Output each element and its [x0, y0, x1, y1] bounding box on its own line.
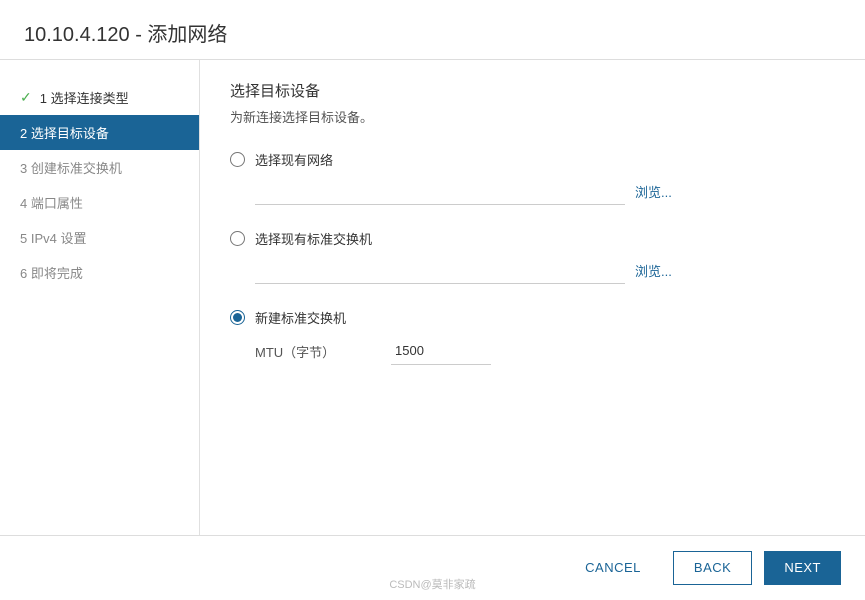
sidebar-item-step5: 5 IPv4 设置 — [0, 220, 199, 255]
radio-existing-network[interactable] — [230, 152, 245, 167]
option-label-existing-network[interactable]: 选择现有网络 — [255, 150, 333, 169]
page-title: 10.10.4.120 - 添加网络 — [24, 24, 227, 46]
option-group-2: 选择现有标准交换机 浏览... — [230, 229, 835, 284]
existing-network-input-row: 浏览... — [255, 177, 835, 205]
option-row-2: 选择现有标准交换机 — [230, 229, 835, 248]
sidebar-label-step6: 6 即将完成 — [20, 263, 83, 282]
browse-button-2[interactable]: 浏览... — [635, 261, 672, 280]
mtu-input[interactable] — [391, 337, 491, 365]
option-label-new-switch[interactable]: 新建标准交换机 — [255, 308, 346, 327]
mtu-row: MTU（字节） — [255, 337, 835, 365]
panel-description: 为新连接选择目标设备。 — [230, 107, 835, 126]
radio-existing-switch[interactable] — [230, 231, 245, 246]
option-group-3: 新建标准交换机 MTU（字节） — [230, 308, 835, 365]
back-button[interactable]: BACK — [673, 551, 752, 585]
main-panel: 选择目标设备 为新连接选择目标设备。 选择现有网络 浏览... 选择现有标准交换… — [200, 60, 865, 535]
sidebar-item-step1: ✓ 1 选择连接类型 — [0, 80, 199, 115]
sidebar-label-step5: 5 IPv4 设置 — [20, 228, 86, 247]
sidebar-item-step4: 4 端口属性 — [0, 185, 199, 220]
title-bar: 10.10.4.120 - 添加网络 — [0, 0, 865, 60]
cancel-button[interactable]: CANCEL — [565, 551, 661, 585]
option-row-1: 选择现有网络 — [230, 150, 835, 169]
sidebar-label-step4: 4 端口属性 — [20, 193, 83, 212]
sidebar-label-step2: 2 选择目标设备 — [20, 123, 109, 142]
mtu-label: MTU（字节） — [255, 342, 375, 361]
sidebar-label-step3: 3 创建标准交换机 — [20, 158, 122, 177]
sidebar-label-step1: 1 选择连接类型 — [40, 88, 129, 107]
option-label-existing-switch[interactable]: 选择现有标准交换机 — [255, 229, 372, 248]
option-row-3: 新建标准交换机 — [230, 308, 835, 327]
existing-switch-input[interactable] — [255, 256, 625, 284]
check-icon-step1: ✓ — [20, 89, 32, 106]
next-button[interactable]: NEXT — [764, 551, 841, 585]
sidebar-item-step2[interactable]: 2 选择目标设备 — [0, 115, 199, 150]
browse-button-1[interactable]: 浏览... — [635, 182, 672, 201]
radio-new-switch[interactable] — [230, 310, 245, 325]
option-group-1: 选择现有网络 浏览... — [230, 150, 835, 205]
watermark: CSDN@莫非家疏 — [389, 576, 475, 592]
existing-network-input[interactable] — [255, 177, 625, 205]
sidebar: ✓ 1 选择连接类型 2 选择目标设备 3 创建标准交换机 4 端口属性 5 I… — [0, 60, 200, 535]
sidebar-item-step3: 3 创建标准交换机 — [0, 150, 199, 185]
existing-switch-input-row: 浏览... — [255, 256, 835, 284]
sidebar-item-step6: 6 即将完成 — [0, 255, 199, 290]
panel-title: 选择目标设备 — [230, 80, 835, 101]
main-content: ✓ 1 选择连接类型 2 选择目标设备 3 创建标准交换机 4 端口属性 5 I… — [0, 60, 865, 535]
